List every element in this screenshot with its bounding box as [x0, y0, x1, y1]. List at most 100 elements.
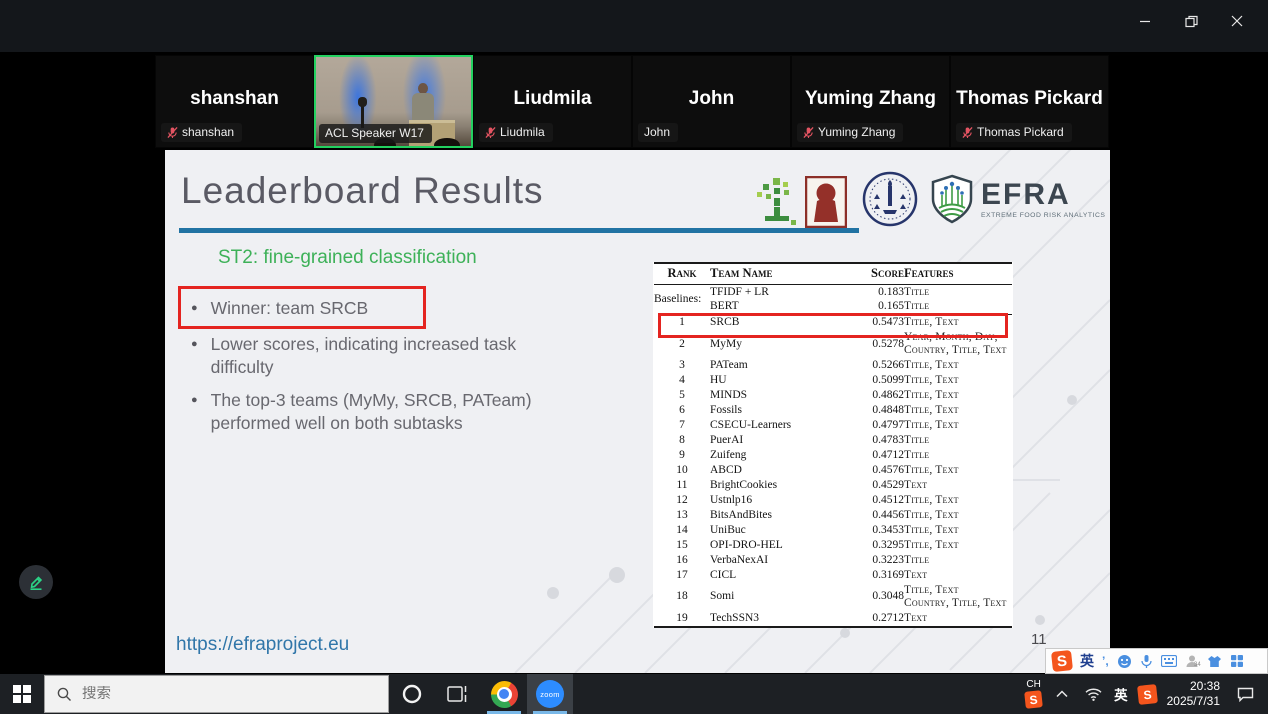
col-header-features: Features	[904, 263, 1012, 284]
table-row: 9Zuifeng0.4712Title	[654, 448, 1012, 463]
table-row: 12Ustnlp160.4512Title, Text	[654, 493, 1012, 508]
skin-icon[interactable]	[1207, 655, 1222, 668]
task-view-icon	[447, 685, 469, 703]
cell-team: Zuifeng	[710, 448, 852, 463]
restore-button[interactable]	[1168, 6, 1214, 36]
cell-team: BrightCookies	[710, 478, 852, 493]
windows-logo-icon	[13, 685, 31, 703]
network-button[interactable]	[1082, 688, 1104, 701]
cell-team: ABCD	[710, 463, 852, 478]
cell-team: Somi	[710, 583, 852, 611]
cell-features: Text	[904, 478, 1012, 493]
cell-team: CSECU-Learners	[710, 418, 852, 433]
cell-features: Title, Text	[904, 463, 1012, 478]
muted-mic-icon	[962, 126, 973, 139]
tray-date: 2025/7/31	[1167, 694, 1220, 709]
participant-name: Yuming Zhang	[792, 88, 949, 110]
cell-team: PuerAI	[710, 433, 852, 448]
punctuation-icon[interactable]: ’,	[1102, 654, 1109, 668]
participant-name: John	[633, 88, 790, 110]
bullet-text: The top-3 teams (MyMy, SRCB, PATeam) per…	[211, 389, 581, 435]
notification-icon	[1237, 687, 1254, 702]
clock[interactable]: 20:38 2025/7/31	[1167, 679, 1220, 709]
participant-tile[interactable]: ACL Speaker W17	[314, 55, 473, 148]
efra-shield-icon	[929, 174, 975, 224]
participant-label-text: Yuming Zhang	[818, 125, 895, 139]
muted-mic-icon	[485, 126, 496, 139]
cell-rank: 17	[654, 568, 710, 583]
wifi-icon	[1085, 688, 1102, 701]
cell-team: OPI-DRO-HEL	[710, 538, 852, 553]
cell-rank: 13	[654, 508, 710, 523]
tray-expand-button[interactable]	[1052, 690, 1072, 698]
voice-icon[interactable]	[1140, 654, 1153, 669]
section-heading: ST2: fine-grained classification	[218, 247, 477, 269]
cell-score: 0.3453	[852, 523, 904, 538]
cell-rank: 16	[654, 553, 710, 568]
cell-features: Title	[904, 284, 1012, 299]
language-indicator[interactable]: 英	[1114, 684, 1128, 704]
cell-rank: 15	[654, 538, 710, 553]
table-row: 3PATeam0.5266Title, Text	[654, 358, 1012, 373]
table-row: 13BitsAndBites0.4456Title, Text	[654, 508, 1012, 523]
ime-mode-toggle[interactable]: 英	[1080, 651, 1094, 671]
chrome-taskbar-button[interactable]	[481, 674, 527, 714]
cell-team: UniBuc	[710, 523, 852, 538]
participant-tile[interactable]: JohnJohn	[632, 55, 791, 148]
muted-mic-icon	[803, 126, 814, 139]
minimize-button[interactable]	[1122, 6, 1168, 36]
participant-tile[interactable]: shanshanshanshan	[155, 55, 314, 148]
table-row: 11BrightCookies0.4529Text	[654, 478, 1012, 493]
taskbar-search[interactable]	[44, 675, 389, 713]
baselines-label: Baselines:	[654, 284, 710, 315]
sogou-tray-icon[interactable]: S	[1137, 684, 1158, 705]
taskbar: zoom CH S 英 S	[0, 674, 1268, 714]
annotate-button[interactable]	[19, 565, 53, 599]
highlight-box-srcb-row	[658, 313, 1008, 338]
cortana-button[interactable]	[389, 674, 435, 714]
cell-features: Title, Text	[904, 358, 1012, 373]
zoom-taskbar-button[interactable]: zoom	[527, 674, 573, 714]
cell-score: 0.3169	[852, 568, 904, 583]
cell-score: 0.3048	[852, 583, 904, 611]
chevron-up-icon	[1056, 690, 1068, 698]
cell-features: Title, Text	[904, 373, 1012, 388]
toolbox-icon[interactable]	[1230, 654, 1244, 668]
muted-mic-icon	[167, 126, 178, 139]
participant-label-text: Thomas Pickard	[977, 125, 1064, 139]
table-row: 16VerbaNexAI0.3223Title	[654, 553, 1012, 568]
screen: shanshanshanshan ACL Speaker W17 LiudmilaL…	[0, 0, 1268, 714]
search-input[interactable]	[82, 686, 332, 702]
participant-label-text: Liudmila	[500, 125, 545, 139]
emoji-icon[interactable]	[1117, 654, 1132, 669]
participant-tile[interactable]: Thomas PickardThomas Pickard	[950, 55, 1109, 148]
cell-features: Title	[904, 448, 1012, 463]
profile-icon[interactable]: 34	[1185, 654, 1199, 668]
title-rule	[179, 228, 859, 233]
sogou-logo-icon[interactable]: S	[1051, 650, 1073, 672]
cell-rank: 8	[654, 433, 710, 448]
ime-indicator[interactable]: CH S	[1025, 680, 1042, 708]
system-tray: CH S 英 S 20:38 2025/7/3	[1025, 674, 1268, 714]
table-row: 4HU0.5099Title, Text	[654, 373, 1012, 388]
table-row: 6Fossils0.4848Title, Text	[654, 403, 1012, 418]
keyboard-icon[interactable]	[1161, 655, 1177, 667]
pencil-icon	[27, 573, 45, 591]
efra-wordmark: EFRA	[981, 180, 1105, 210]
participant-tile[interactable]: LiudmilaLiudmila	[473, 55, 632, 148]
close-button[interactable]	[1214, 6, 1260, 36]
action-center-button[interactable]	[1230, 687, 1260, 702]
task-view-button[interactable]	[435, 674, 481, 714]
cell-score: 0.3295	[852, 538, 904, 553]
start-button[interactable]	[0, 674, 44, 714]
table-row: 5MINDS0.4862Title, Text	[654, 388, 1012, 403]
cell-rank: 10	[654, 463, 710, 478]
participant-label-text: ACL Speaker W17	[325, 126, 424, 140]
cell-score: 0.2712	[852, 611, 904, 627]
cell-rank: 12	[654, 493, 710, 508]
table-header-row: RankTeam NameScoreFeatures	[654, 263, 1012, 284]
cell-score: 0.183	[852, 284, 904, 299]
window-title-bar	[0, 0, 1268, 52]
cell-score: 0.4456	[852, 508, 904, 523]
participant-tile[interactable]: Yuming Zhang Yuming Zhang	[791, 55, 950, 148]
